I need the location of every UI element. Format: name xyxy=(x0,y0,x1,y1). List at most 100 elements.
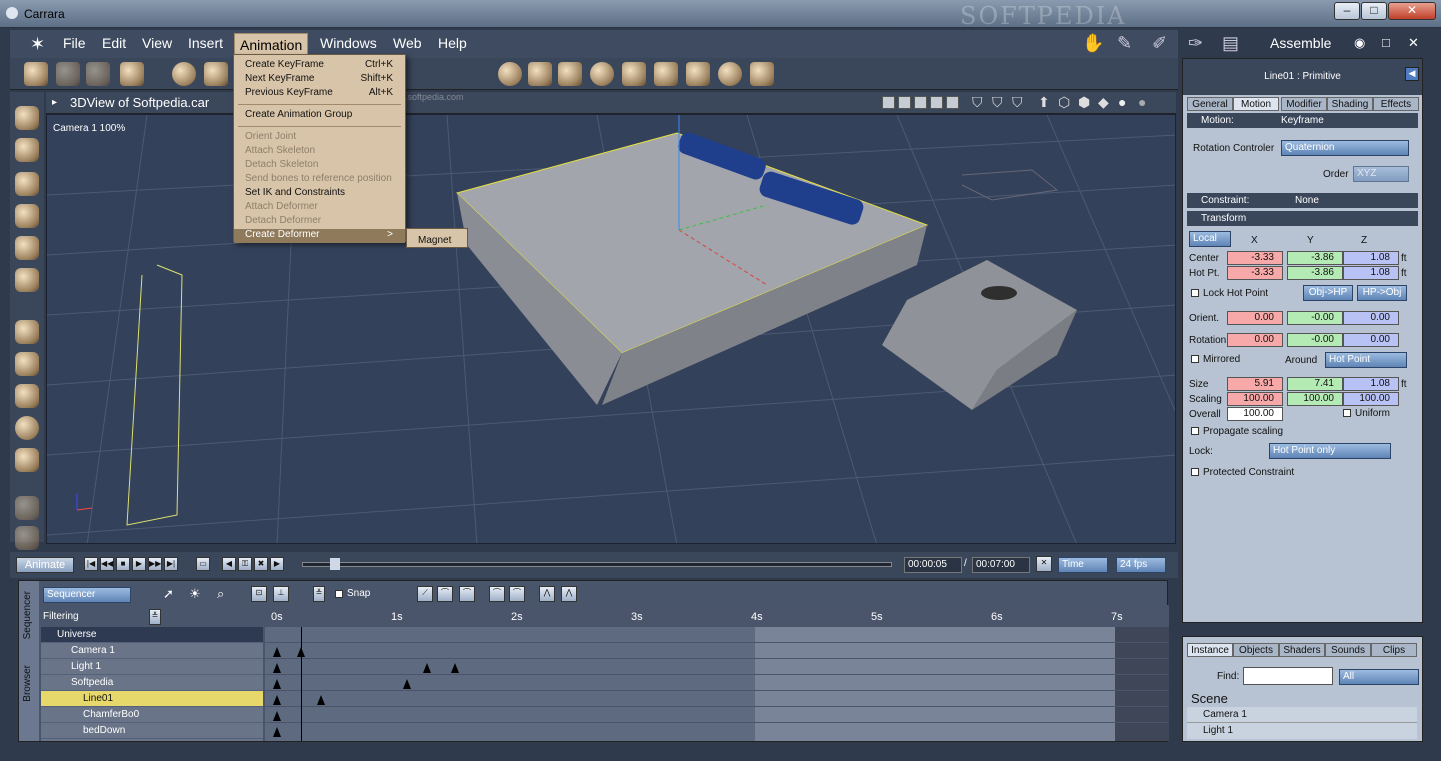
3d-viewport[interactable]: Camera 1 100% xyxy=(46,114,1176,544)
rotation-z-field[interactable]: 0.00 xyxy=(1343,333,1399,347)
room-storyboard-icon[interactable]: ✐ xyxy=(1152,33,1167,54)
tab-modifier[interactable]: Modifier xyxy=(1281,97,1327,111)
room-render-icon[interactable]: ▤ xyxy=(1222,33,1239,54)
tree-row-universe[interactable]: Universe xyxy=(41,627,263,643)
layout-split-v-icon[interactable] xyxy=(914,96,927,109)
keyframe-marker[interactable] xyxy=(273,679,281,689)
tab-motion[interactable]: Motion xyxy=(1233,97,1279,111)
key-icon[interactable]: ⚿ xyxy=(238,557,252,571)
fit-icon[interactable]: ⊡ xyxy=(251,586,267,602)
layout-single-icon[interactable] xyxy=(882,96,895,109)
scrubber-handle[interactable] xyxy=(330,558,340,570)
play-icon[interactable]: ▶ xyxy=(132,557,146,571)
grab-hand-icon[interactable] xyxy=(15,526,39,550)
browser-filter-select[interactable]: All xyxy=(1339,669,1419,685)
menu-help[interactable]: Help xyxy=(438,35,467,51)
snap-dropdown-icon[interactable]: ≚ xyxy=(313,586,325,602)
submenu-magnet[interactable]: Magnet xyxy=(406,228,468,248)
menu-web[interactable]: Web xyxy=(393,35,422,51)
tree-row-camera[interactable]: Camera 1 xyxy=(41,643,263,659)
propagate-scaling-checkbox[interactable] xyxy=(1191,427,1199,435)
menu-insert[interactable]: Insert xyxy=(188,35,223,51)
track-cross-icon[interactable] xyxy=(15,352,39,376)
menu-animation[interactable]: Animation xyxy=(234,33,309,55)
eye-icon[interactable]: ◉ xyxy=(1354,35,1365,51)
curve-linear-icon[interactable]: ⟋ xyxy=(417,586,433,602)
delete-key-icon[interactable]: ✖ xyxy=(254,557,268,571)
stop-icon[interactable]: ■ xyxy=(116,557,130,571)
tab-instance[interactable]: Instance xyxy=(1187,643,1233,657)
size-z-field[interactable]: 1.08 xyxy=(1343,377,1399,391)
hand-tool-icon[interactable] xyxy=(56,62,80,86)
prev-key-icon[interactable]: ◀ xyxy=(222,557,236,571)
pan-cross-icon[interactable] xyxy=(15,320,39,344)
camera-insert-icon[interactable] xyxy=(654,62,678,86)
tab-browser[interactable]: Browser xyxy=(22,665,33,702)
protected-constraint-checkbox[interactable] xyxy=(1191,468,1199,476)
solid-view-icon[interactable]: ◆ xyxy=(1098,94,1109,111)
box-view-icon[interactable] xyxy=(15,448,39,472)
menu-item-create-keyframe[interactable]: Create KeyFrame Ctrl+K xyxy=(234,59,405,73)
tab-objects[interactable]: Objects xyxy=(1233,643,1279,657)
hammer-icon[interactable] xyxy=(622,62,646,86)
rotation-controler-select[interactable]: Quaternion xyxy=(1281,140,1409,156)
tree-row-light[interactable]: Light 1 xyxy=(41,659,263,675)
menu-item-next-keyframe[interactable]: Next KeyFrame Shift+K xyxy=(234,73,405,87)
overall-field[interactable]: 100.00 xyxy=(1227,407,1283,421)
dolly-cross-icon[interactable] xyxy=(15,384,39,408)
move-arrow-icon[interactable] xyxy=(15,138,39,162)
scaling-x-field[interactable]: 100.00 xyxy=(1227,392,1283,406)
snap-checkbox[interactable] xyxy=(335,590,343,598)
tab-general[interactable]: General xyxy=(1187,97,1233,111)
tween-b-icon[interactable]: ⋀ xyxy=(561,586,577,602)
find-input[interactable] xyxy=(1243,667,1333,685)
time-mode-select[interactable]: Time xyxy=(1058,557,1108,573)
center-y-field[interactable]: -3.86 xyxy=(1287,251,1343,265)
next-key-icon[interactable]: ▶ xyxy=(270,557,284,571)
fps-select[interactable]: 24 fps xyxy=(1116,557,1166,573)
constraint-section[interactable]: Constraint: None xyxy=(1187,193,1418,208)
maximize-button[interactable]: □ xyxy=(1361,2,1387,20)
tab-shading[interactable]: Shading xyxy=(1327,97,1373,111)
scale-icon[interactable] xyxy=(15,204,39,228)
plant-icon[interactable] xyxy=(558,62,582,86)
browser-item-light[interactable]: Light 1 xyxy=(1187,723,1417,739)
tween-a-icon[interactable]: ⋀ xyxy=(539,586,555,602)
tab-effects[interactable]: Effects xyxy=(1373,97,1419,111)
shaded-view-icon[interactable]: ● xyxy=(1118,94,1126,110)
layout-quad-icon[interactable] xyxy=(946,96,959,109)
bbox-view-icon[interactable]: ⬡ xyxy=(1058,94,1070,111)
pointer-icon[interactable]: ➚ xyxy=(163,586,174,602)
obj-to-hp-button[interactable]: Obj->HP xyxy=(1303,285,1353,301)
size-y-field[interactable]: 7.41 xyxy=(1287,377,1343,391)
filtering-dropdown-icon[interactable]: ≚ xyxy=(149,609,161,625)
hp-to-obj-button[interactable]: HP->Obj xyxy=(1357,285,1407,301)
tree-row-chamferbo0[interactable]: ChamferBo0 xyxy=(41,707,263,723)
tree-row-beddown[interactable]: bedDown xyxy=(41,723,263,739)
center-x-field[interactable]: -3.33 xyxy=(1227,251,1283,265)
shield-view-1-icon[interactable]: ⛉ xyxy=(972,94,983,111)
size-x-field[interactable]: 5.91 xyxy=(1227,377,1283,391)
terrain-icon[interactable] xyxy=(528,62,552,86)
lathe-icon[interactable] xyxy=(204,62,228,86)
order-select[interactable]: XYZ xyxy=(1353,166,1409,182)
target-icon[interactable] xyxy=(718,62,742,86)
fast-forward-icon[interactable]: ▶▶ xyxy=(148,557,162,571)
motion-section[interactable]: Motion: Keyframe xyxy=(1187,113,1418,128)
keyframe-marker[interactable] xyxy=(403,679,411,689)
space-select[interactable]: Local xyxy=(1189,231,1231,247)
tab-sequencer[interactable]: Sequencer xyxy=(22,591,33,639)
animate-button[interactable]: Animate xyxy=(16,557,74,573)
room-maximize-icon[interactable]: □ xyxy=(1382,35,1390,50)
brush-icon[interactable] xyxy=(15,236,39,260)
orient-x-field[interactable]: 0.00 xyxy=(1227,311,1283,325)
tab-clips[interactable]: Clips xyxy=(1371,643,1417,657)
frame-icon[interactable]: ⊥ xyxy=(273,586,289,602)
tree-row-softpedia[interactable]: Softpedia xyxy=(41,675,263,691)
lock-select[interactable]: Hot Point only xyxy=(1269,443,1391,459)
around-select[interactable]: Hot Point xyxy=(1325,352,1407,368)
render-view-icon[interactable]: ● xyxy=(1138,94,1146,110)
keyframe-marker[interactable] xyxy=(273,663,281,673)
menu-item-previous-keyframe[interactable]: Previous KeyFrame Alt+K xyxy=(234,87,405,101)
viewport-menu-icon[interactable]: ▸ xyxy=(52,97,57,108)
